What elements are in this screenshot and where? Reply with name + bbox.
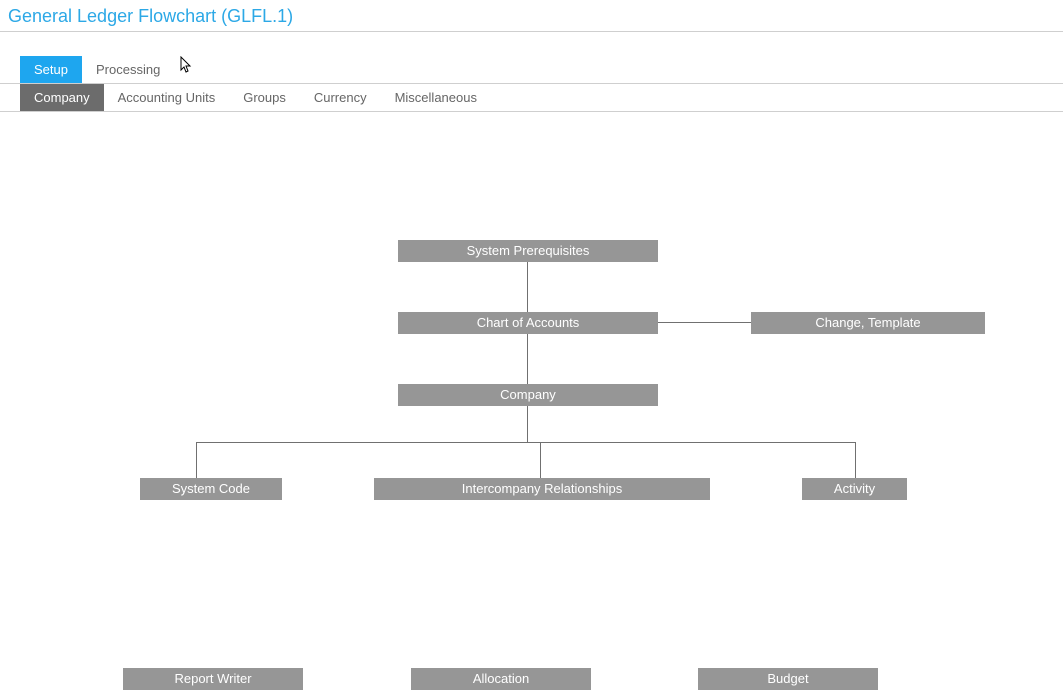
connector <box>196 442 197 478</box>
page-title: General Ledger Flowchart (GLFL.1) <box>0 0 1063 32</box>
tab-setup[interactable]: Setup <box>20 56 82 83</box>
subtab-miscellaneous[interactable]: Miscellaneous <box>381 84 491 111</box>
subtab-currency[interactable]: Currency <box>300 84 381 111</box>
node-change-template[interactable]: Change, Template <box>751 312 985 334</box>
node-activity[interactable]: Activity <box>802 478 907 500</box>
node-budget[interactable]: Budget <box>698 668 878 690</box>
connector <box>540 442 541 478</box>
connector <box>196 442 856 443</box>
subtab-accounting-units[interactable]: Accounting Units <box>104 84 230 111</box>
node-chart-of-accounts[interactable]: Chart of Accounts <box>398 312 658 334</box>
connector <box>527 262 528 312</box>
node-allocation[interactable]: Allocation <box>411 668 591 690</box>
connector <box>658 322 751 323</box>
secondary-tab-row: Company Accounting Units Groups Currency… <box>0 84 1063 112</box>
node-system-prerequisites[interactable]: System Prerequisites <box>398 240 658 262</box>
connector <box>527 334 528 384</box>
node-report-writer[interactable]: Report Writer <box>123 668 303 690</box>
subtab-company[interactable]: Company <box>20 84 104 111</box>
subtab-groups[interactable]: Groups <box>229 84 300 111</box>
connector <box>527 406 528 442</box>
connector <box>855 442 856 478</box>
tab-processing[interactable]: Processing <box>82 56 174 83</box>
node-intercompany[interactable]: Intercompany Relationships <box>374 478 710 500</box>
primary-tab-row: Setup Processing <box>0 56 1063 84</box>
node-system-code[interactable]: System Code <box>140 478 282 500</box>
node-company[interactable]: Company <box>398 384 658 406</box>
